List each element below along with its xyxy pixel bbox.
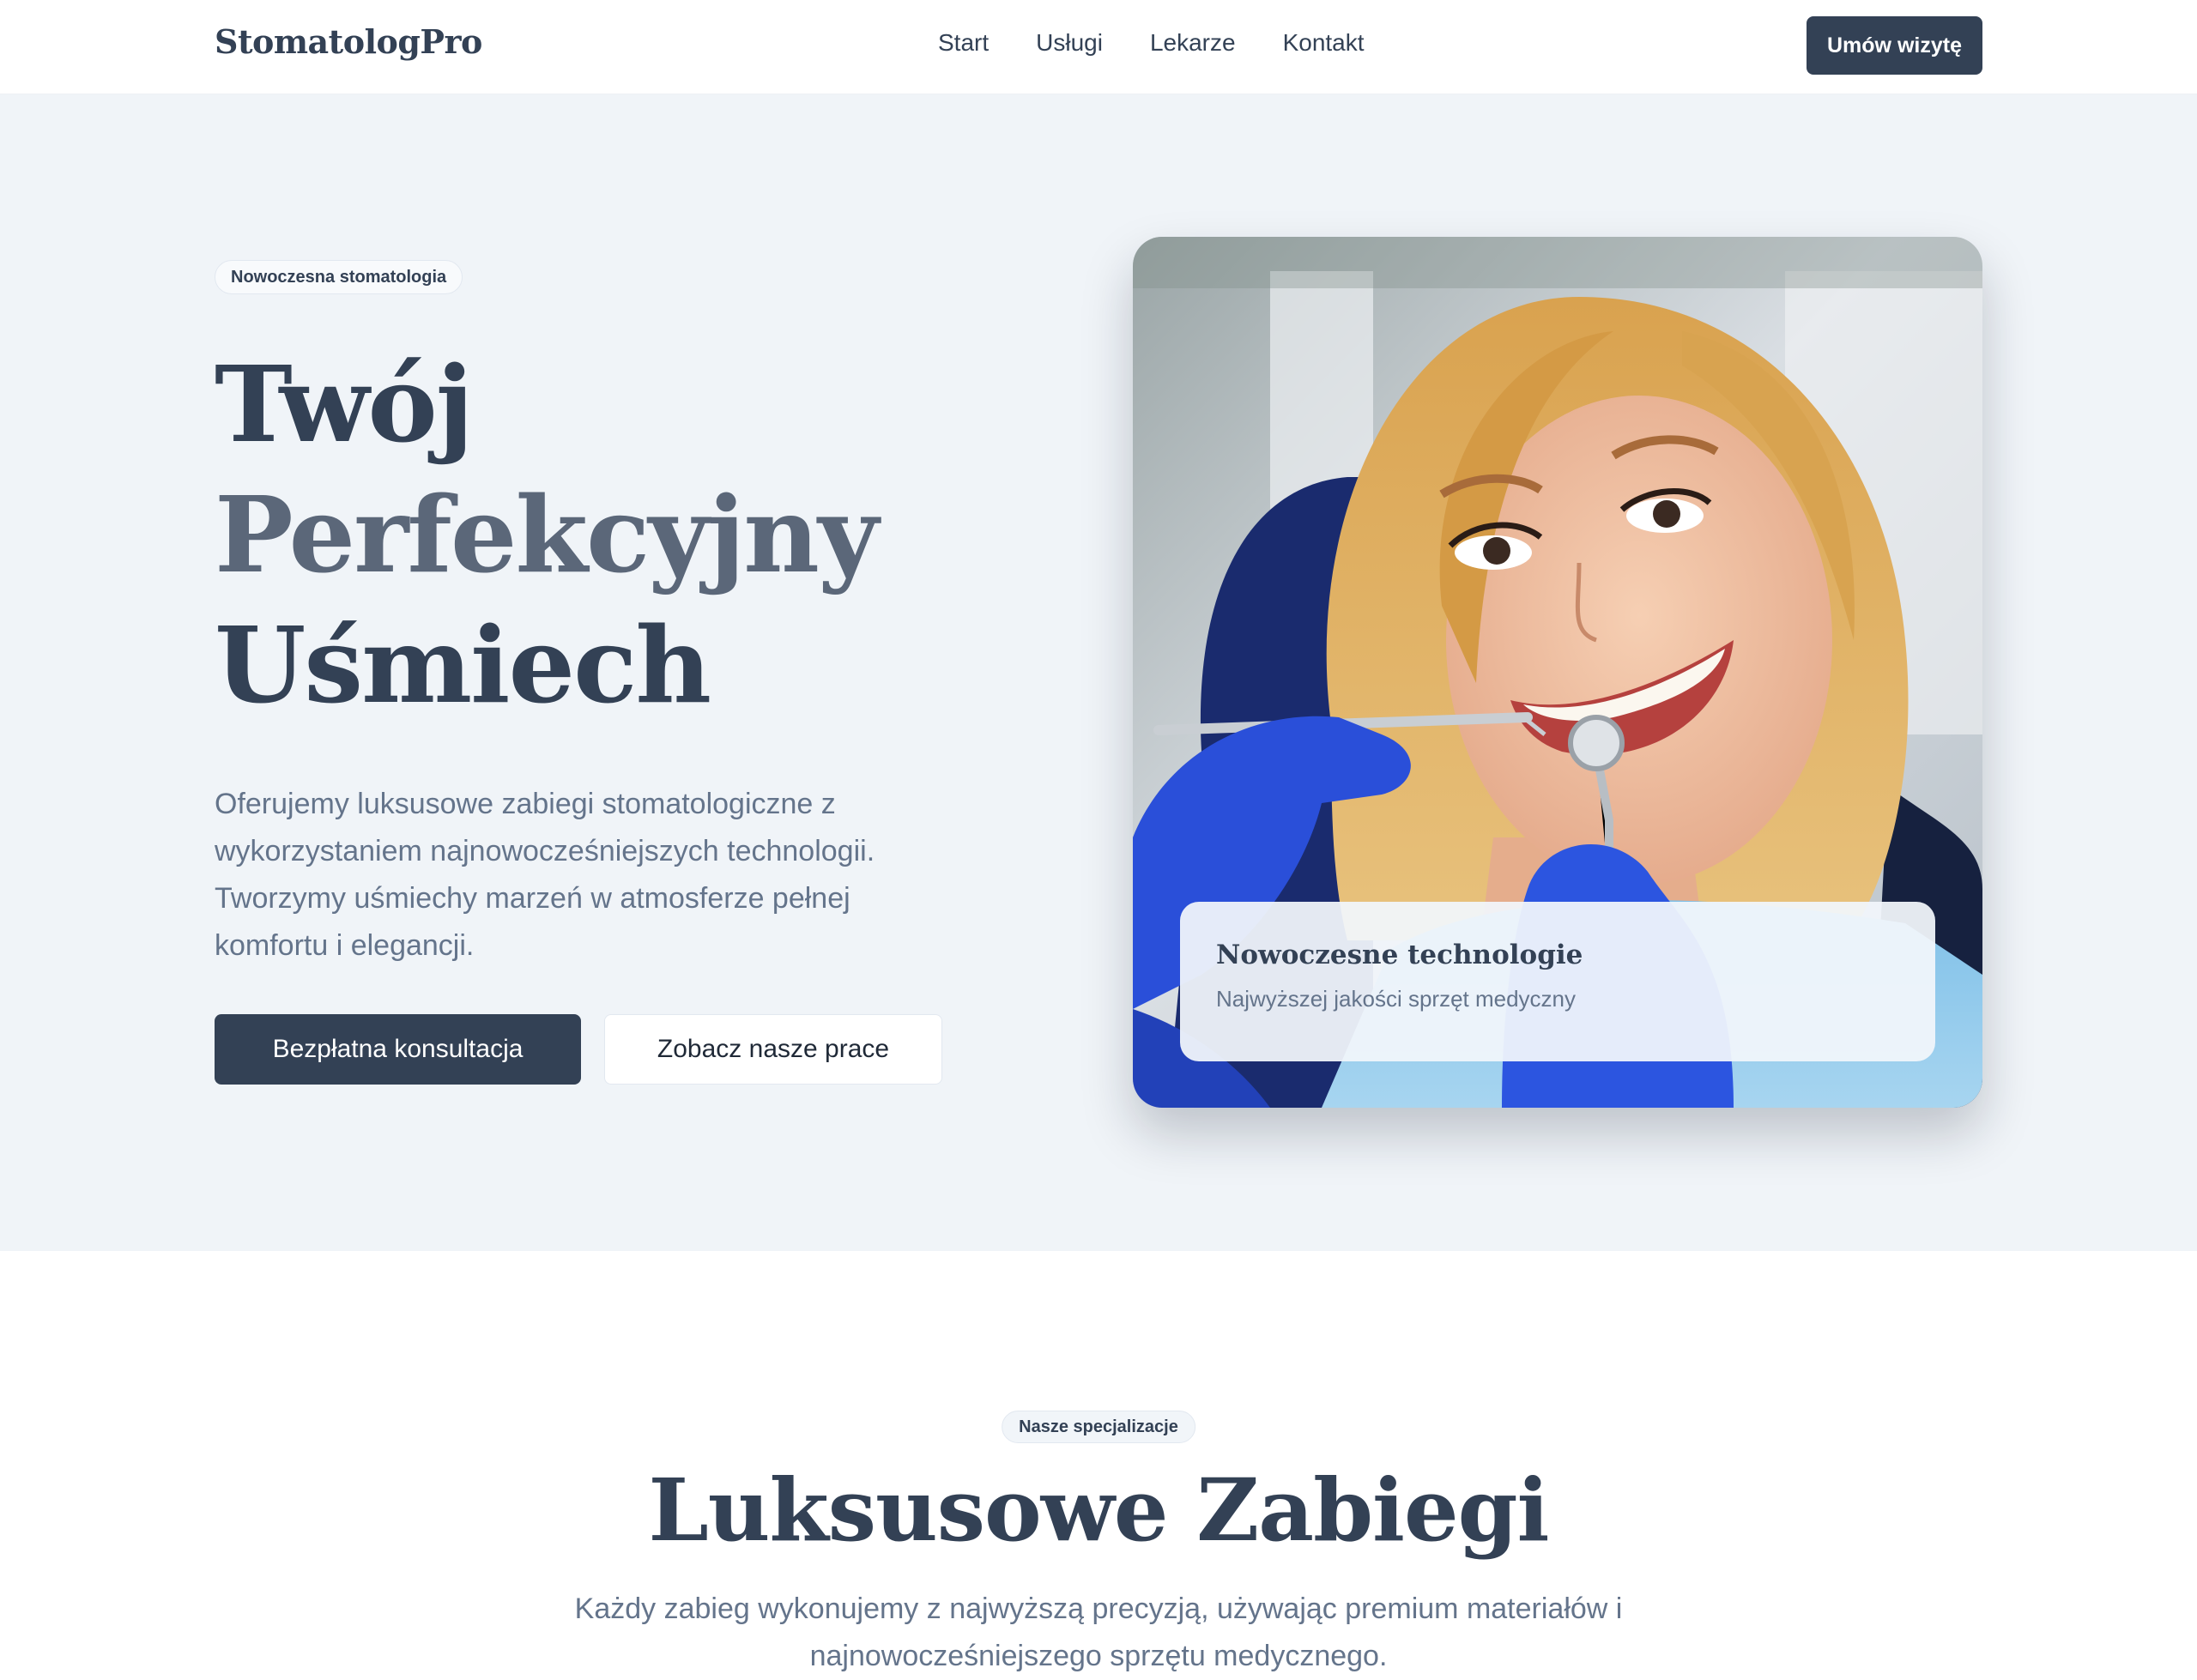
hero-title: Twój Perfekcyjny Uśmiech	[215, 339, 879, 730]
services-title: Luksusowe Zabiegi	[648, 1459, 1549, 1561]
free-consultation-button[interactable]: Bezpłatna konsultacja	[215, 1014, 581, 1085]
nav-links: Start Usługi Lekarze Kontakt	[938, 29, 1365, 57]
technology-info-card: Nowoczesne technologie Najwyższej jakośc…	[1180, 902, 1935, 1061]
nav-link-doctors[interactable]: Lekarze	[1150, 29, 1236, 57]
book-appointment-button[interactable]: Umów wizytę	[1807, 16, 1982, 75]
hero-title-line-3: Uśmiech	[215, 603, 711, 727]
hero-patient-image: Nowoczesne technologie Najwyższej jakośc…	[1133, 237, 1982, 1108]
hero-description: Oferujemy luksusowe zabiegi stomatologic…	[215, 788, 875, 962]
see-our-work-button[interactable]: Zobacz nasze prace	[604, 1014, 942, 1085]
hero-title-line-2: Perfekcyjny	[215, 473, 879, 596]
nav-link-contact[interactable]: Kontakt	[1283, 29, 1365, 57]
nav-link-services[interactable]: Usługi	[1036, 29, 1103, 57]
nav-link-start[interactable]: Start	[938, 29, 989, 57]
site-logo[interactable]: StomatologPro	[215, 22, 482, 61]
services-badge: Nasze specjalizacje	[1002, 1411, 1195, 1443]
hero-title-line-1: Twój	[215, 342, 474, 466]
hero-section: Nowoczesna stomatologia Twój Perfekcyjny…	[0, 94, 2197, 1251]
top-navigation: StomatologPro Start Usługi Lekarze Konta…	[0, 0, 2197, 94]
services-description: Każdy zabieg wykonujemy z najwyższą prec…	[574, 1592, 1623, 1672]
info-card-subtitle: Najwyższej jakości sprzęt medyczny	[1216, 986, 1577, 1012]
info-card-title: Nowoczesne technologie	[1216, 940, 1583, 970]
hero-badge: Nowoczesna stomatologia	[215, 260, 463, 294]
